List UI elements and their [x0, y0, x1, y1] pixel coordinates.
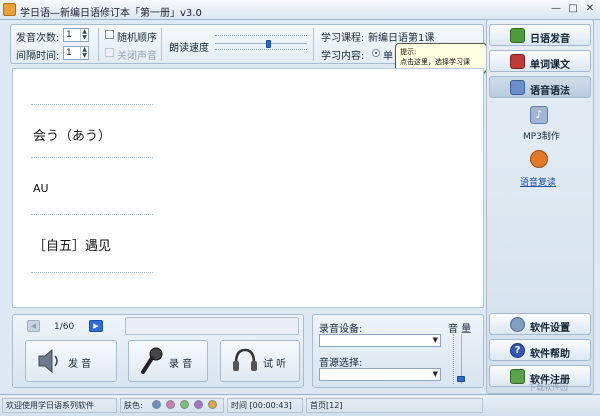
globe-icon [510, 80, 525, 95]
sidebar-item-pronunciation[interactable]: 日语发音 [489, 24, 591, 46]
volume-slider-thumb[interactable] [457, 375, 465, 382]
listen-button[interactable]: 试 听 [220, 340, 300, 382]
window-title: 学日语—新编日语修订本「第一册」v3.0 [20, 8, 202, 19]
skin-swatch[interactable] [166, 400, 175, 409]
mute-checkbox[interactable] [105, 48, 114, 57]
settings-button[interactable]: 软件设置 [489, 313, 591, 335]
content-value[interactable]: 单 [383, 47, 393, 62]
divider [161, 28, 162, 61]
maximize-button[interactable]: □ [565, 3, 581, 16]
help-button[interactable]: ? 软件帮助 [489, 339, 591, 361]
device-label: 录音设备: [319, 324, 363, 335]
help-button-label: 软件帮助 [530, 349, 570, 360]
next-icon[interactable]: ▶ [89, 320, 103, 332]
record-label: 录 音 [169, 359, 193, 370]
mp3-label[interactable]: MP3制作 [523, 129, 560, 142]
register-icon [510, 369, 525, 384]
spin-arrows-icon[interactable]: ▲ ▼ [80, 29, 88, 41]
sidebar-item-label: 单词课文 [530, 60, 570, 71]
close-button[interactable]: ✕ [582, 3, 598, 16]
spin-arrows-icon[interactable]: ▲ ▼ [80, 47, 88, 59]
speed-slider-thumb[interactable] [266, 40, 271, 48]
interval-stepper[interactable]: 1 ▲ ▼ [63, 46, 89, 60]
content-label: 学习内容: [321, 51, 365, 62]
page-counter: 1/60 [54, 322, 75, 332]
dropdown-arrow-icon: ▼ [432, 370, 438, 378]
word-romaji: AU [33, 182, 49, 195]
skin-swatch[interactable] [194, 400, 203, 409]
title-bar: 学日语—新编日语修订本「第一册」v3.0 — □ ✕ [0, 0, 600, 20]
books-icon [510, 54, 525, 69]
minimize-button[interactable]: — [548, 3, 564, 16]
mute-label: 关闭声音 [117, 51, 157, 62]
divider [98, 28, 99, 61]
skin-swatch[interactable] [180, 400, 189, 409]
source-label: 音源选择: [319, 358, 363, 369]
listen-label: 试 听 [263, 359, 287, 370]
record-button[interactable]: 录 音 [128, 340, 208, 382]
gear-icon [510, 317, 525, 332]
repeat-label: 发音次数: [16, 33, 60, 44]
settings-button-label: 软件设置 [530, 323, 570, 334]
sidebar-item-vocabulary[interactable]: 单词课文 [489, 50, 591, 72]
person-icon[interactable] [530, 150, 548, 168]
skin-label: 肤色: [124, 401, 143, 410]
audio-panel: 录音设备: ▼ 音源选择: ▼ 音 量 [312, 314, 484, 388]
speed-label: 朗读速度 [169, 43, 209, 54]
repeat-value: 1 [66, 30, 72, 40]
previous-icon[interactable]: ◀ [27, 320, 40, 332]
divider [313, 28, 314, 61]
speak-label: 发 音 [68, 359, 92, 370]
speaker-icon [38, 348, 58, 374]
status-time: 时间 [00:00:43] [227, 398, 303, 413]
source-select[interactable]: ▼ [319, 368, 441, 381]
app-icon [3, 3, 16, 16]
sidebar-item-label: 日语发音 [530, 34, 570, 45]
device-select[interactable]: ▼ [319, 334, 441, 347]
word-kana: 会う（あう） [33, 129, 112, 144]
sidebar-item-label: 语音语法 [530, 86, 570, 97]
review-link[interactable]: 语音复读 [520, 175, 556, 188]
content-radio[interactable] [372, 49, 380, 57]
interval-label: 间隔时间: [16, 51, 60, 62]
repeat-stepper[interactable]: 1 ▲ ▼ [63, 28, 89, 42]
word-meaning: ［自五］遇见 [33, 239, 112, 254]
status-welcome: 欢迎使用学日语系列软件 [2, 398, 117, 413]
headset-icon [233, 348, 257, 371]
book-icon [510, 28, 525, 43]
music-note-icon[interactable]: ♪ [530, 106, 548, 124]
sidebar-item-grammar[interactable]: 语音语法 [489, 76, 591, 98]
speak-button[interactable]: 发 音 [25, 340, 117, 382]
status-page: 首页[12] [306, 398, 483, 413]
dropdown-arrow-icon: ▼ [432, 336, 438, 344]
interval-value: 1 [66, 48, 72, 58]
tooltip-title: 提示: [400, 48, 417, 56]
skin-swatch[interactable] [208, 400, 217, 409]
skin-swatch[interactable] [152, 400, 161, 409]
help-icon: ? [510, 343, 525, 358]
volume-label: 音 量 [448, 324, 472, 335]
watermark: 下载软件园 [528, 383, 568, 392]
random-checkbox[interactable] [105, 30, 114, 39]
progress-field [125, 317, 299, 335]
course-label: 学习课程: [321, 33, 365, 44]
microphone-icon [141, 347, 163, 374]
random-label: 随机顺序 [117, 33, 157, 44]
status-bar: 欢迎使用学日语系列软件 肤色: 时间 [00:00:43] 首页[12] [0, 394, 600, 416]
course-value[interactable]: 新编日语第1课 [368, 29, 434, 44]
word-display: 会う（あう） AU ［自五］遇见 [12, 68, 484, 308]
